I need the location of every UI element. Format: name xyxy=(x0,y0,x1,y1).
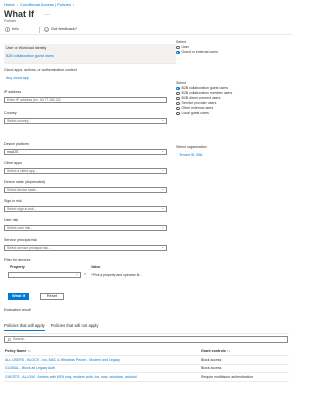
table-row: ALL USERS - BLOCK - ios, MAC & Windows P… xyxy=(4,356,289,365)
radio-local-guest[interactable]: Local guest users xyxy=(176,111,232,116)
filter-devices-label: Filter for devices xyxy=(4,258,31,262)
country-dropdown[interactable]: Select country... ⌄ xyxy=(4,118,167,124)
property-dropdown[interactable]: ⌄ xyxy=(8,272,81,278)
chevron-down-icon: ⌄ xyxy=(161,149,164,154)
sp-risk-dropdown[interactable]: Select service principal risk... ⌄ xyxy=(4,245,167,251)
user-type-options: User Guest or external users xyxy=(176,45,218,55)
grant-controls-value: Block access xyxy=(201,357,222,362)
radio-selected-icon xyxy=(176,86,180,91)
policy-name-link[interactable]: GLOBAL - Block all Legacy Auth xyxy=(4,366,201,370)
device-platform-dropdown[interactable]: macOS ⌄ xyxy=(4,149,167,155)
ip-address-placeholder: Enter IP address (ex: 40.77.182.32) xyxy=(7,97,61,102)
cloud-apps-label: Cloud apps, actions, or authentication c… xyxy=(4,68,77,72)
evaluation-result-label: Evaluation result xyxy=(4,308,31,312)
sign-in-risk-label: Sign-in risk xyxy=(4,199,22,203)
client-apps-dropdown[interactable]: Select a client app... ⌄ xyxy=(4,168,167,174)
divider xyxy=(4,333,289,334)
identity-value[interactable]: B2B collaboration guest users xyxy=(6,54,54,58)
device-platform-value: macOS xyxy=(7,149,19,154)
search-input[interactable]: Search xyxy=(4,336,288,343)
radio-guest-external[interactable]: Guest or external users xyxy=(176,50,218,55)
column-grant-controls[interactable]: Grant controls ↑↓ xyxy=(201,349,289,353)
country-label: Country xyxy=(4,111,17,115)
ip-address-label: IP address xyxy=(4,90,22,94)
radio-icon xyxy=(176,96,180,101)
chevron-down-icon: ⌄ xyxy=(161,168,164,173)
operator-symbol: = xyxy=(84,272,86,276)
results-tabs: Policies that will apply Policies that w… xyxy=(4,323,99,332)
device-platform-label: Device platform xyxy=(4,142,29,146)
toolbar-divider xyxy=(39,27,40,33)
chevron-down-icon: ⌄ xyxy=(161,245,164,250)
policy-name-link[interactable]: GUESTS - ALLOW - Access with MFA only, m… xyxy=(4,375,201,379)
policies-table: Policy Name ↑↓ Grant controls ↑↓ ALL USE… xyxy=(4,347,289,382)
search-icon xyxy=(7,337,11,342)
chevron-down-icon: ⌄ xyxy=(161,118,164,123)
sign-in-risk-dropdown[interactable]: Select sign-in risk... ⌄ xyxy=(4,206,167,212)
grant-controls-value: Block access xyxy=(201,366,222,371)
more-options-icon[interactable]: ··· xyxy=(44,12,50,19)
grant-controls-value: Require multifactor authentication xyxy=(201,374,254,379)
client-apps-label: Client apps xyxy=(4,161,22,165)
tenant-id-link[interactable]: Tenant ID: 556 xyxy=(179,153,202,157)
info-label: Info xyxy=(12,26,19,32)
feedback-label: Got feedback? xyxy=(51,26,78,32)
radio-icon xyxy=(176,101,180,106)
feedback-button[interactable]: Got feedback? xyxy=(44,26,78,32)
search-placeholder: Search xyxy=(13,337,25,342)
radio-b2b-collab-member[interactable]: B2B collaboration member users xyxy=(176,91,232,96)
radio-icon xyxy=(176,106,180,111)
country-value: Select country... xyxy=(7,118,32,123)
feedback-icon xyxy=(44,27,49,32)
info-button[interactable]: Info xyxy=(5,26,19,32)
table-header: Policy Name ↑↓ Grant controls ↑↓ xyxy=(4,347,289,356)
column-policy-name[interactable]: Policy Name ↑↓ xyxy=(4,349,201,353)
breadcrumb: Home › Conditional Access | Policies › xyxy=(4,2,75,7)
sp-risk-label: Service principal risk xyxy=(4,238,37,242)
user-risk-value: Select user risk... xyxy=(7,225,34,230)
breadcrumb-policies[interactable]: Conditional Access | Policies xyxy=(20,2,71,7)
user-risk-label: User risk xyxy=(4,218,19,222)
radio-selected-icon xyxy=(176,50,180,55)
chevron-down-icon: ⌄ xyxy=(161,206,164,211)
radio-icon xyxy=(176,111,180,116)
chevron-down-icon: ⌄ xyxy=(161,187,164,192)
value-header: Value xyxy=(91,265,101,269)
radio-b2b-collab-guest[interactable]: B2B collaboration guest users xyxy=(176,86,232,91)
select-guest-type-label: Select xyxy=(176,81,186,85)
chevron-down-icon: ⌄ xyxy=(161,225,164,230)
device-state-label: Device state (deprecated) xyxy=(4,180,46,184)
guest-type-options: B2B collaboration guest users B2B collab… xyxy=(176,86,232,116)
cloud-apps-link[interactable]: Any cloud app xyxy=(6,76,29,80)
reset-button[interactable]: Reset xyxy=(40,293,64,300)
radio-icon xyxy=(176,45,180,50)
sp-risk-value: Select service principal risk... xyxy=(7,245,51,250)
sign-in-risk-value: Select sign-in risk... xyxy=(7,206,37,211)
device-state-dropdown[interactable]: Select device state... ⌄ xyxy=(4,187,167,193)
identity-label: User or Workload identity xyxy=(6,46,47,50)
select-organization-label: Select organization xyxy=(176,145,207,149)
what-if-button[interactable]: What If xyxy=(8,293,29,300)
ip-address-field[interactable]: Enter IP address (ex: 40.77.182.32) xyxy=(4,97,167,103)
divider xyxy=(4,63,176,64)
tab-will-apply[interactable]: Policies that will apply xyxy=(4,323,45,332)
radio-icon xyxy=(176,91,180,96)
property-header: Property xyxy=(10,265,25,269)
chevron-down-icon: ⌄ xyxy=(75,272,78,277)
breadcrumb-home[interactable]: Home xyxy=(4,2,15,7)
policy-name-link[interactable]: ALL USERS - BLOCK - ios, MAC & Windows P… xyxy=(4,358,201,362)
page-subtitle: Policies xyxy=(4,19,17,23)
info-icon xyxy=(5,27,10,32)
table-row: GUESTS - ALLOW - Access with MFA only, m… xyxy=(4,373,289,382)
client-apps-value: Select a client app... xyxy=(7,168,38,173)
user-risk-dropdown[interactable]: Select user risk... ⌄ xyxy=(4,225,167,231)
value-picker-link[interactable]: +Pick a property and operator fir... xyxy=(91,273,142,277)
device-state-value: Select device state... xyxy=(7,187,39,192)
tab-will-not-apply[interactable]: Policies that will not apply xyxy=(51,323,99,331)
table-row: GLOBAL - Block all Legacy Auth Block acc… xyxy=(4,365,289,373)
